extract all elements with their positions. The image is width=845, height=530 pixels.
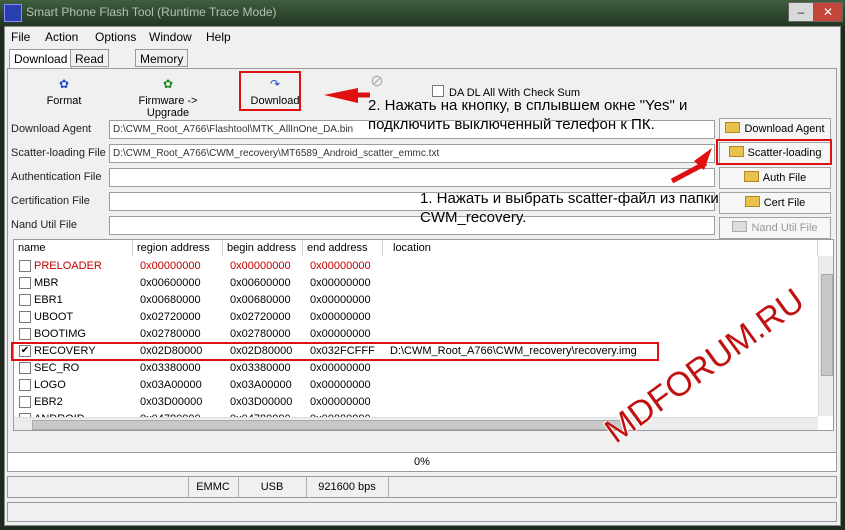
annotation-step2: 2. Нажать на кнопку, в сплывшем окне "Ye…	[368, 97, 688, 133]
arrow-download	[324, 88, 358, 103]
annotation-arrows	[324, 88, 712, 184]
annotation-step1: 1. Нажать и выбрать scatter-файл из папк…	[420, 190, 719, 226]
